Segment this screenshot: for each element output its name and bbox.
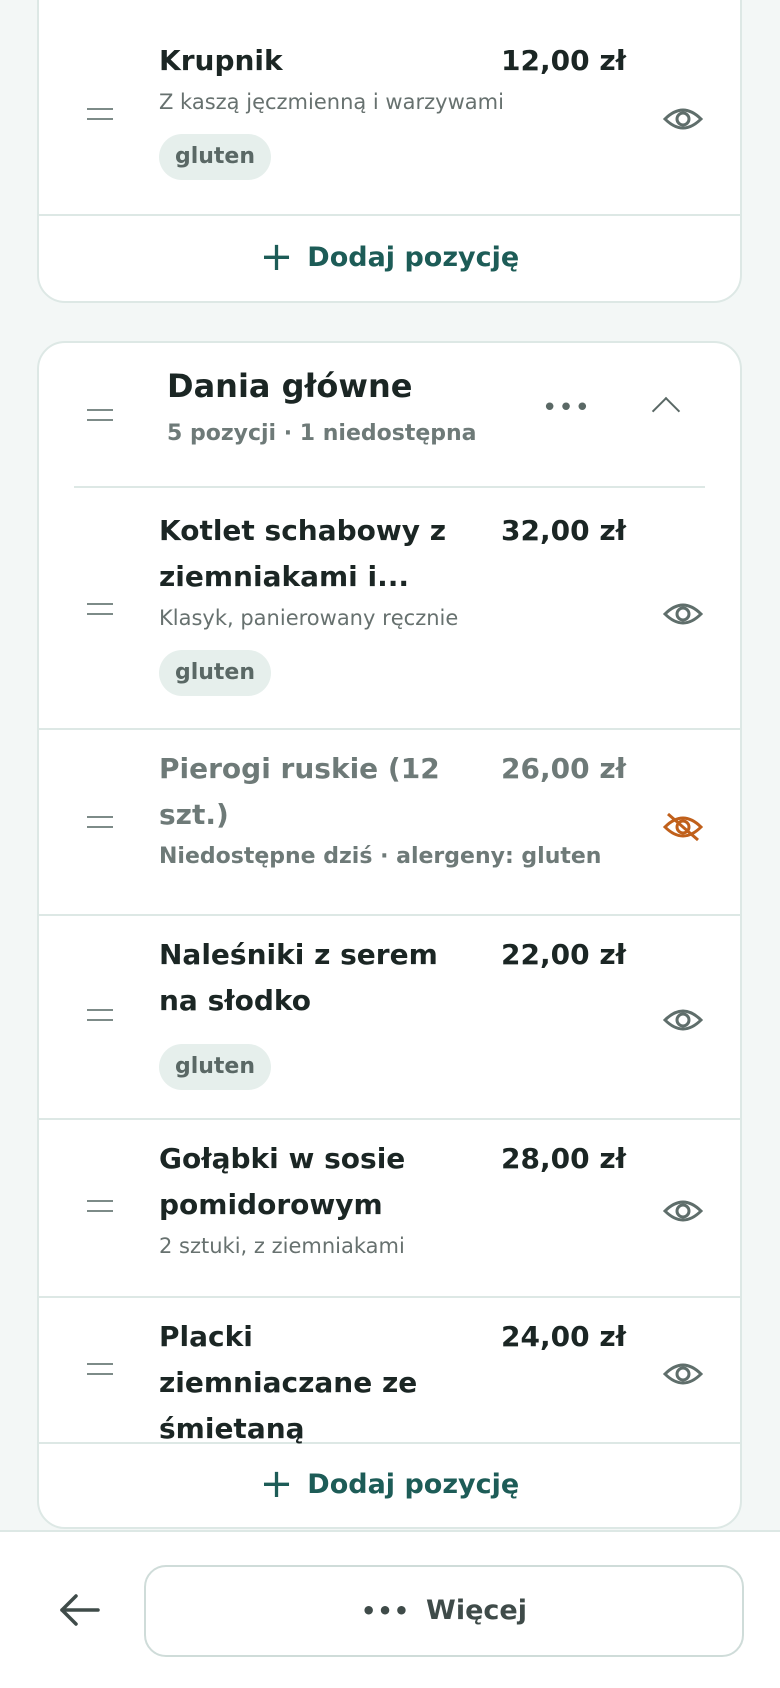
drag-handle-icon[interactable] bbox=[87, 816, 113, 828]
add-item-label: Dodaj pozycję bbox=[307, 1469, 520, 1500]
item-name: Pierogi ruskie (12 szt.) bbox=[159, 752, 440, 831]
add-item-button[interactable]: + Dodaj pozycję bbox=[39, 1461, 740, 1507]
drag-handle-icon[interactable] bbox=[87, 1200, 113, 1212]
plus-icon: + bbox=[259, 1461, 294, 1507]
plus-icon: + bbox=[259, 234, 294, 280]
section-card-main-dishes: Dania główne 5 pozycji · 1 niedostępna •… bbox=[37, 341, 742, 1529]
item-name: Naleśniki z serem na słodko bbox=[159, 938, 438, 1017]
item-price: 32,00 zł bbox=[501, 514, 627, 547]
drag-handle-icon[interactable] bbox=[87, 108, 113, 120]
more-button[interactable]: ••• Więcej bbox=[144, 1565, 744, 1657]
eye-off-icon[interactable] bbox=[663, 812, 703, 842]
chevron-up-icon[interactable] bbox=[651, 396, 681, 426]
drag-handle-icon[interactable] bbox=[87, 1009, 113, 1021]
item-price: 22,00 zł bbox=[501, 938, 627, 971]
item-price: 28,00 zł bbox=[501, 1142, 627, 1175]
arrow-left-icon[interactable] bbox=[58, 1592, 102, 1628]
add-item-label: Dodaj pozycję bbox=[307, 242, 520, 273]
allergen-tag: gluten bbox=[159, 1044, 271, 1090]
drag-handle-icon[interactable] bbox=[87, 409, 113, 421]
item-price: 12,00 zł bbox=[501, 44, 627, 77]
item-description: 2 sztuki, z ziemniakami bbox=[159, 1234, 405, 1258]
item-name: Krupnik bbox=[159, 44, 283, 77]
section-subtitle: 5 pozycji · 1 niedostępna bbox=[167, 421, 477, 446]
item-name: Placki ziemniaczane ze śmietaną bbox=[159, 1320, 418, 1445]
item-availability-note: Niedostępne dziś · alergeny: gluten bbox=[159, 844, 602, 869]
drag-handle-icon[interactable] bbox=[87, 1363, 113, 1375]
allergen-tag: gluten bbox=[159, 134, 271, 180]
add-item-button[interactable]: + Dodaj pozycję bbox=[39, 234, 740, 280]
item-price: 26,00 zł bbox=[501, 752, 627, 785]
item-name: Kotlet schabowy z ziemniakami i... bbox=[159, 514, 447, 593]
allergen-tag: gluten bbox=[159, 650, 271, 696]
eye-icon[interactable] bbox=[663, 1196, 703, 1226]
section-header: Dania główne 5 pozycji · 1 niedostępna •… bbox=[39, 343, 740, 488]
item-description: Klasyk, panierowany ręcznie bbox=[159, 606, 459, 630]
more-horizontal-icon[interactable]: ••• bbox=[542, 393, 591, 423]
menu-item-row[interactable]: Placki ziemniaczane ze śmietaną 24,00 zł bbox=[39, 1296, 740, 1445]
eye-icon[interactable] bbox=[663, 599, 703, 629]
menu-item-row[interactable]: Krupnik 12,00 zł Z kaszą jęczmienną i wa… bbox=[39, 18, 740, 216]
menu-item-row[interactable]: Gołąbki w sosie pomidorowym 28,00 zł 2 s… bbox=[39, 1118, 740, 1298]
item-description: Z kaszą jęczmienną i warzywami bbox=[159, 90, 504, 114]
menu-item-row[interactable]: Naleśniki z serem na słodko 22,00 zł glu… bbox=[39, 914, 740, 1120]
drag-handle-icon[interactable] bbox=[87, 603, 113, 615]
item-price: 24,00 zł bbox=[501, 1320, 627, 1353]
bottom-action-bar: ••• Więcej bbox=[0, 1530, 780, 1688]
menu-item-row[interactable]: Pierogi ruskie (12 szt.) 26,00 zł Niedos… bbox=[39, 728, 740, 916]
eye-icon[interactable] bbox=[663, 1359, 703, 1389]
eye-icon[interactable] bbox=[663, 104, 703, 134]
section-card-soups: Krupnik 12,00 zł Z kaszą jęczmienną i wa… bbox=[37, 0, 742, 303]
more-button-label: Więcej bbox=[426, 1595, 527, 1626]
eye-icon[interactable] bbox=[663, 1005, 703, 1035]
item-name: Gołąbki w sosie pomidorowym bbox=[159, 1142, 406, 1221]
menu-item-row[interactable]: Kotlet schabowy z ziemniakami i... 32,00… bbox=[39, 488, 740, 730]
section-title: Dania główne bbox=[167, 367, 413, 405]
more-horizontal-icon: ••• bbox=[361, 1597, 411, 1625]
